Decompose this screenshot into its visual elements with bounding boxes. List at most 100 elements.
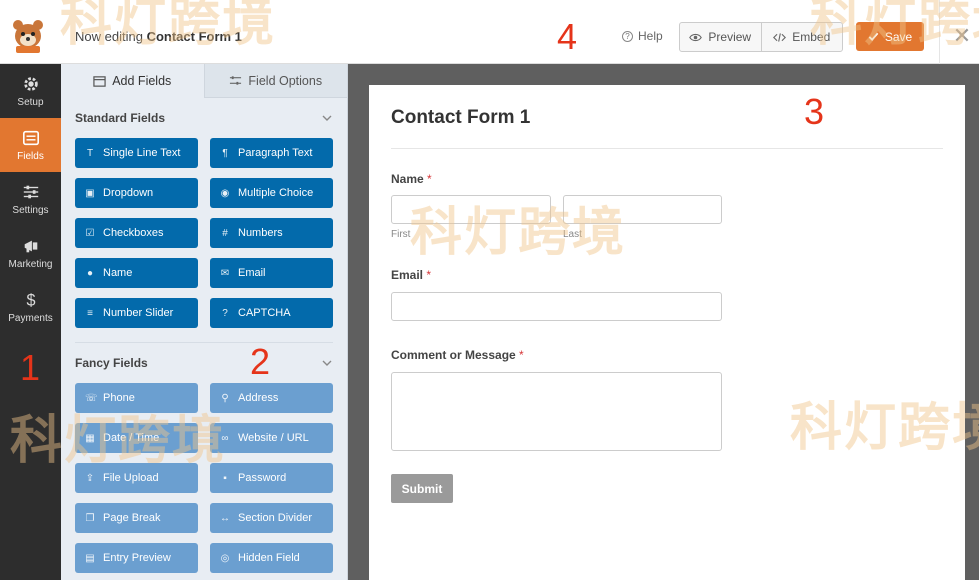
field-label: File Upload	[103, 472, 159, 484]
preview-button[interactable]: Preview	[680, 23, 761, 51]
field-button-file-upload[interactable]: ⇪ File Upload	[75, 463, 198, 493]
chevron-down-icon	[322, 360, 332, 366]
field-button-checkboxes[interactable]: ☑ Checkboxes	[75, 218, 198, 248]
field-label: Phone	[103, 392, 135, 404]
name-field-label: Name *	[391, 172, 432, 186]
close-icon[interactable]: ✕	[950, 22, 974, 50]
field-label: Email	[238, 267, 266, 279]
field-button-paragraph-text[interactable]: ¶ Paragraph Text	[210, 138, 333, 168]
annotation-number-4: 4	[557, 16, 578, 57]
form-preview: Contact Form 1 Name * First Last Email *…	[369, 85, 965, 580]
field-button-phone[interactable]: ☏ Phone	[75, 383, 198, 413]
question-circle-icon: ?	[622, 30, 633, 42]
phone-icon: ☏	[85, 392, 98, 404]
envelope-icon: ✉	[220, 267, 230, 279]
annotation-number-1: 1	[20, 347, 41, 388]
field-button-section-divider[interactable]: ↔ Section Divider	[210, 503, 333, 533]
field-button-email[interactable]: ✉ Email	[210, 258, 333, 288]
help-label: Help	[638, 29, 663, 43]
field-button-website-url[interactable]: ∞ Website / URL	[210, 423, 333, 453]
tab-add-fields[interactable]: Add Fields	[61, 64, 204, 98]
sidebar-item-settings[interactable]: Settings	[0, 172, 61, 226]
email-field-label: Email *	[391, 268, 431, 282]
save-button[interactable]: Save	[856, 22, 924, 51]
email-input[interactable]	[391, 292, 722, 321]
field-label: Section Divider	[238, 512, 312, 524]
sidebar-item-payments[interactable]: $ Payments	[0, 280, 61, 334]
side-navigation: Setup Fields Settings Marketing $ Paymen…	[0, 64, 61, 580]
first-sublabel: First	[391, 229, 411, 240]
eye-icon	[689, 33, 703, 41]
field-button-date-time[interactable]: ▦ Date / Time	[75, 423, 198, 453]
field-label: Date / Time	[103, 432, 160, 444]
field-button-numbers[interactable]: # Numbers	[210, 218, 333, 248]
paragraph-icon: ¶	[222, 147, 228, 159]
embed-button[interactable]: Embed	[760, 23, 843, 51]
fancy-fields-header[interactable]: Fancy Fields	[61, 343, 347, 383]
form-title: Contact Form 1	[391, 107, 531, 128]
slider-icon: ≡	[87, 307, 93, 319]
fields-icon	[22, 130, 39, 145]
field-button-name[interactable]: ● Name	[75, 258, 198, 288]
code-icon	[773, 32, 787, 42]
radio-icon: ◉	[220, 187, 230, 199]
topbar-separator	[939, 0, 940, 64]
field-label: Password	[238, 472, 287, 484]
field-button-address[interactable]: ⚲ Address	[210, 383, 333, 413]
sliders-icon	[23, 185, 38, 198]
sidebar-item-fields[interactable]: Fields	[0, 118, 61, 172]
last-name-input[interactable]	[563, 195, 722, 224]
editing-title: Now editing Contact Form 1	[75, 29, 242, 44]
field-label: Single Line Text	[103, 147, 181, 159]
field-button-page-break[interactable]: ❐ Page Break	[75, 503, 198, 533]
field-label: Number Slider	[103, 307, 174, 319]
field-button-multiple-choice[interactable]: ◉ Multiple Choice	[210, 178, 333, 208]
last-sublabel: Last	[563, 229, 582, 240]
panel-tabs: Add Fields Field Options	[61, 64, 347, 98]
field-label: Numbers	[238, 227, 283, 239]
eye-slash-icon: ◎	[220, 552, 230, 564]
field-button-number-slider[interactable]: ≡ Number Slider	[75, 298, 198, 328]
standard-fields-grid: T Single Line Text ¶ Paragraph Text ▣ Dropd…	[61, 138, 347, 328]
tab-field-options[interactable]: Field Options	[203, 64, 347, 98]
sidebar-item-label: Marketing	[8, 258, 53, 270]
field-button-hidden-field[interactable]: ◎ Hidden Field	[210, 543, 333, 573]
first-name-input[interactable]	[391, 195, 551, 224]
editing-prefix: Now editing	[75, 29, 143, 44]
sidebar-item-setup[interactable]: Setup	[0, 64, 61, 118]
annotation-number-2: 2	[250, 341, 271, 382]
field-button-captcha[interactable]: ? CAPTCHA	[210, 298, 333, 328]
sidebar-item-marketing[interactable]: Marketing	[0, 226, 61, 280]
dollar-icon: $	[26, 291, 35, 309]
field-label: Name	[103, 267, 133, 279]
fields-panel: Add Fields Field Options Standard Fields…	[61, 64, 348, 580]
form-name: Contact Form 1	[146, 29, 242, 44]
document-icon: ▤	[85, 552, 95, 564]
question-circle-icon: ?	[222, 307, 228, 319]
field-label: Checkboxes	[103, 227, 164, 239]
submit-button[interactable]: Submit	[391, 474, 453, 503]
hash-icon: #	[222, 227, 228, 239]
field-label: Address	[238, 392, 279, 404]
field-label: Entry Preview	[103, 552, 171, 564]
field-button-entry-preview[interactable]: ▤ Entry Preview	[75, 543, 198, 573]
field-button-dropdown[interactable]: ▣ Dropdown	[75, 178, 198, 208]
sliders-icon	[230, 76, 242, 85]
field-button-single-line-text[interactable]: T Single Line Text	[75, 138, 198, 168]
section-title: Standard Fields	[75, 111, 166, 125]
map-pin-icon: ⚲	[221, 392, 229, 404]
wpforms-bear-logo-icon	[13, 20, 43, 53]
sidebar-item-label: Payments	[8, 312, 53, 324]
user-icon: ●	[86, 267, 94, 279]
required-mark: *	[519, 348, 524, 362]
annotation-number-3: 3	[804, 91, 825, 132]
help-link[interactable]: ? Help	[622, 29, 663, 43]
embed-label: Embed	[792, 30, 831, 44]
calendar-icon: ▦	[85, 432, 95, 444]
field-button-password[interactable]: ▪ Password	[210, 463, 333, 493]
comment-textarea[interactable]	[391, 372, 722, 451]
svg-text:$: $	[26, 291, 35, 309]
required-mark: *	[426, 268, 432, 282]
standard-fields-header[interactable]: Standard Fields	[61, 98, 347, 138]
field-label: Hidden Field	[238, 552, 300, 564]
